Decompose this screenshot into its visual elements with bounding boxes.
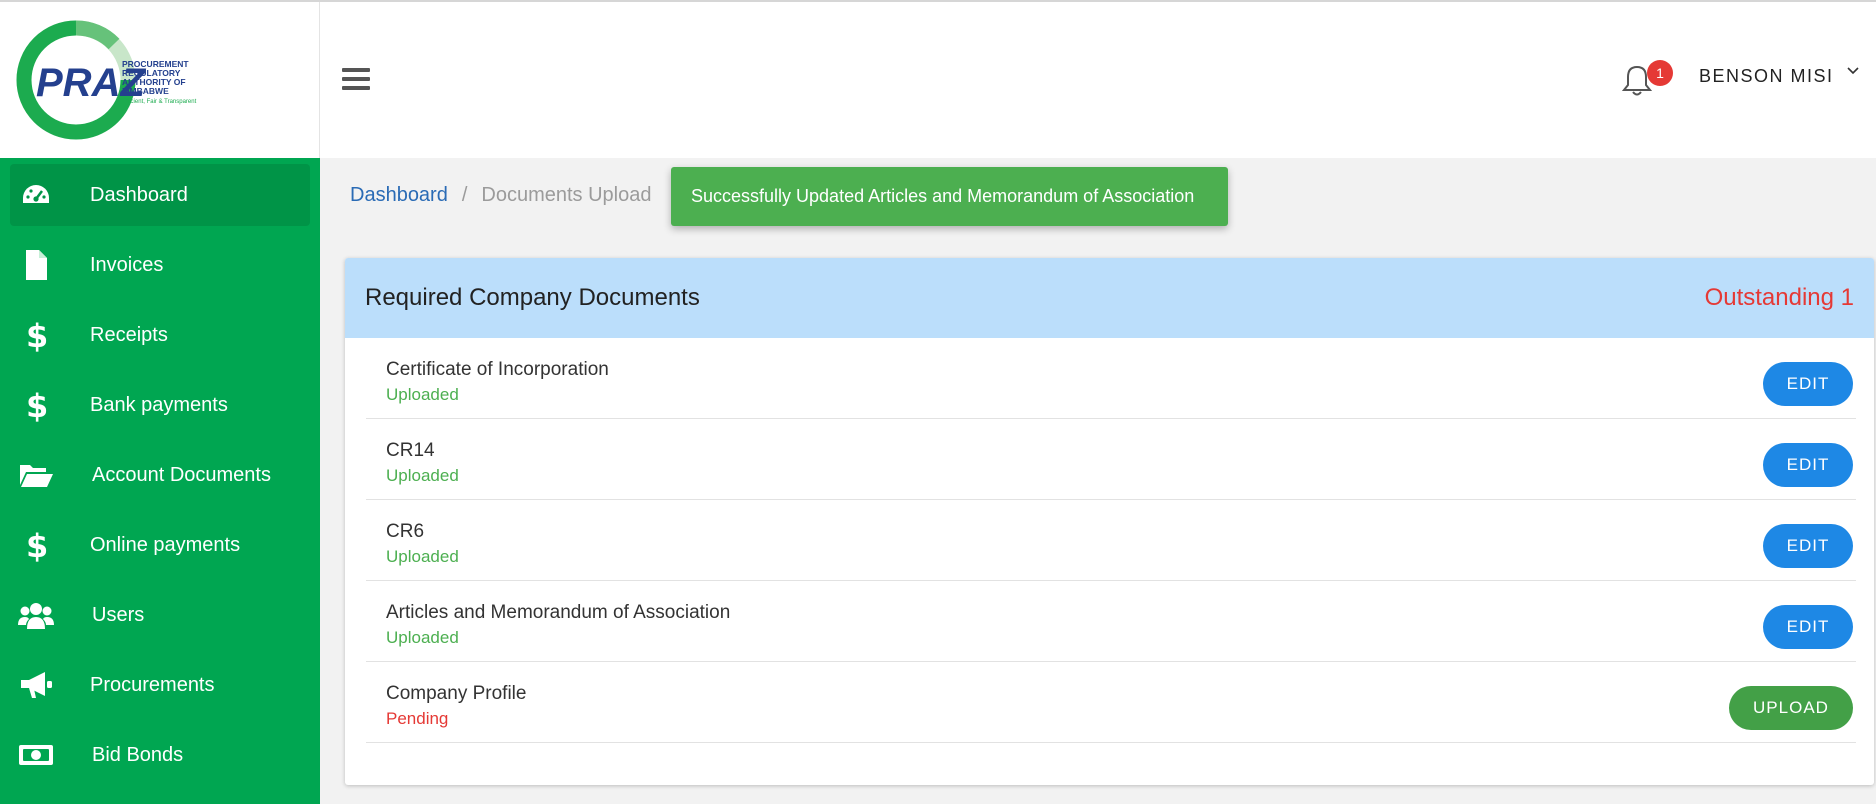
dollar-icon: $ xyxy=(18,528,54,562)
edit-button[interactable]: EDIT xyxy=(1763,605,1853,649)
sidebar-item-bid-bonds[interactable]: Bid Bonds xyxy=(10,724,310,786)
edit-button[interactable]: EDIT xyxy=(1763,443,1853,487)
edit-button[interactable]: EDIT xyxy=(1763,524,1853,568)
document-row: Certificate of Incorporation Uploaded ED… xyxy=(366,338,1856,419)
megaphone-icon xyxy=(18,669,54,701)
top-header: 1 BENSON MISI xyxy=(320,2,1876,158)
breadcrumb-current: Documents Upload xyxy=(481,184,652,206)
success-toast: Successfully Updated Articles and Memora… xyxy=(671,167,1228,226)
sidebar-item-label: Procurements xyxy=(90,673,215,696)
sidebar-item-label: Online payments xyxy=(90,533,241,556)
sidebar-item-label: Users xyxy=(92,603,145,626)
notification-badge: 1 xyxy=(1647,60,1673,86)
sidebar-item-users[interactable]: Users xyxy=(10,584,310,646)
document-name: CR14 xyxy=(386,440,435,461)
document-status: Uploaded xyxy=(386,628,459,647)
sidebar-item-label: Receipts xyxy=(90,323,168,346)
document-row: Articles and Memorandum of Association U… xyxy=(366,581,1856,662)
sidebar-item-invoices[interactable]: Invoices xyxy=(10,234,310,296)
menu-toggle-icon[interactable] xyxy=(342,68,370,90)
folder-open-icon xyxy=(18,459,54,491)
sidebar-item-dashboard[interactable]: Dashboard xyxy=(10,164,310,226)
file-icon xyxy=(18,249,54,281)
card-header: Required Company Documents Outstanding 1 xyxy=(345,258,1874,338)
edit-button[interactable]: EDIT xyxy=(1763,362,1853,406)
breadcrumb-separator: / xyxy=(461,184,468,206)
document-name: Certificate of Incorporation xyxy=(386,359,609,380)
svg-text:Efficient, Fair & Transparent: Efficient, Fair & Transparent xyxy=(122,99,197,105)
breadcrumb: Dashboard / Documents Upload xyxy=(350,184,652,207)
sidebar-item-procurements[interactable]: Procurements xyxy=(10,654,310,716)
sidebar-item-label: Dashboard xyxy=(90,183,188,206)
sidebar-item-label: Invoices xyxy=(90,253,164,276)
dollar-icon: $ xyxy=(18,388,54,422)
document-name: Company Profile xyxy=(386,683,527,704)
sidebar-item-label: Bank payments xyxy=(90,393,228,416)
sidebar-item-online-payments[interactable]: $ Online payments xyxy=(10,514,310,576)
svg-text:$: $ xyxy=(26,388,48,422)
dashboard-icon xyxy=(18,179,54,211)
svg-text:$: $ xyxy=(26,528,48,562)
document-row: Company Profile Pending UPLOAD xyxy=(366,662,1856,743)
document-status: Uploaded xyxy=(386,385,459,404)
money-bill-icon xyxy=(18,739,54,771)
required-documents-card: Required Company Documents Outstanding 1… xyxy=(345,258,1874,785)
document-name: CR6 xyxy=(386,521,425,542)
sidebar-item-label: Account Documents xyxy=(92,463,271,486)
sidebar: Dashboard Invoices $ Receipts $ Bank pay… xyxy=(0,158,320,804)
breadcrumb-dashboard-link[interactable]: Dashboard xyxy=(350,184,448,207)
document-status: Pending xyxy=(386,709,449,728)
sidebar-item-label: Bid Bonds xyxy=(92,743,184,766)
document-status: Uploaded xyxy=(386,466,459,485)
sidebar-item-bank-payments[interactable]: $ Bank payments xyxy=(10,374,310,436)
upload-button[interactable]: UPLOAD xyxy=(1729,686,1853,730)
chevron-down-icon[interactable] xyxy=(1846,64,1860,83)
sidebar-item-receipts[interactable]: $ Receipts xyxy=(10,304,310,366)
users-icon xyxy=(18,599,54,631)
document-name: Articles and Memorandum of Association xyxy=(386,602,731,623)
document-row: CR6 Uploaded EDIT xyxy=(366,500,1856,581)
document-status: Uploaded xyxy=(386,547,459,566)
svg-text:ZIMBABWE: ZIMBABWE xyxy=(122,86,169,96)
sidebar-item-account-documents[interactable]: Account Documents xyxy=(10,444,310,506)
dollar-icon: $ xyxy=(18,318,54,352)
document-row: CR14 Uploaded EDIT xyxy=(366,419,1856,500)
praz-logo: PRAZ PROCUREMENT REGULATORY AUTHORITY OF… xyxy=(16,20,197,140)
logo-area: PRAZ PROCUREMENT REGULATORY AUTHORITY OF… xyxy=(0,2,320,158)
outstanding-count: Outstanding 1 xyxy=(1704,284,1854,311)
card-title: Required Company Documents xyxy=(365,284,700,311)
user-menu[interactable]: BENSON MISI xyxy=(1699,66,1834,87)
svg-text:$: $ xyxy=(26,318,48,352)
